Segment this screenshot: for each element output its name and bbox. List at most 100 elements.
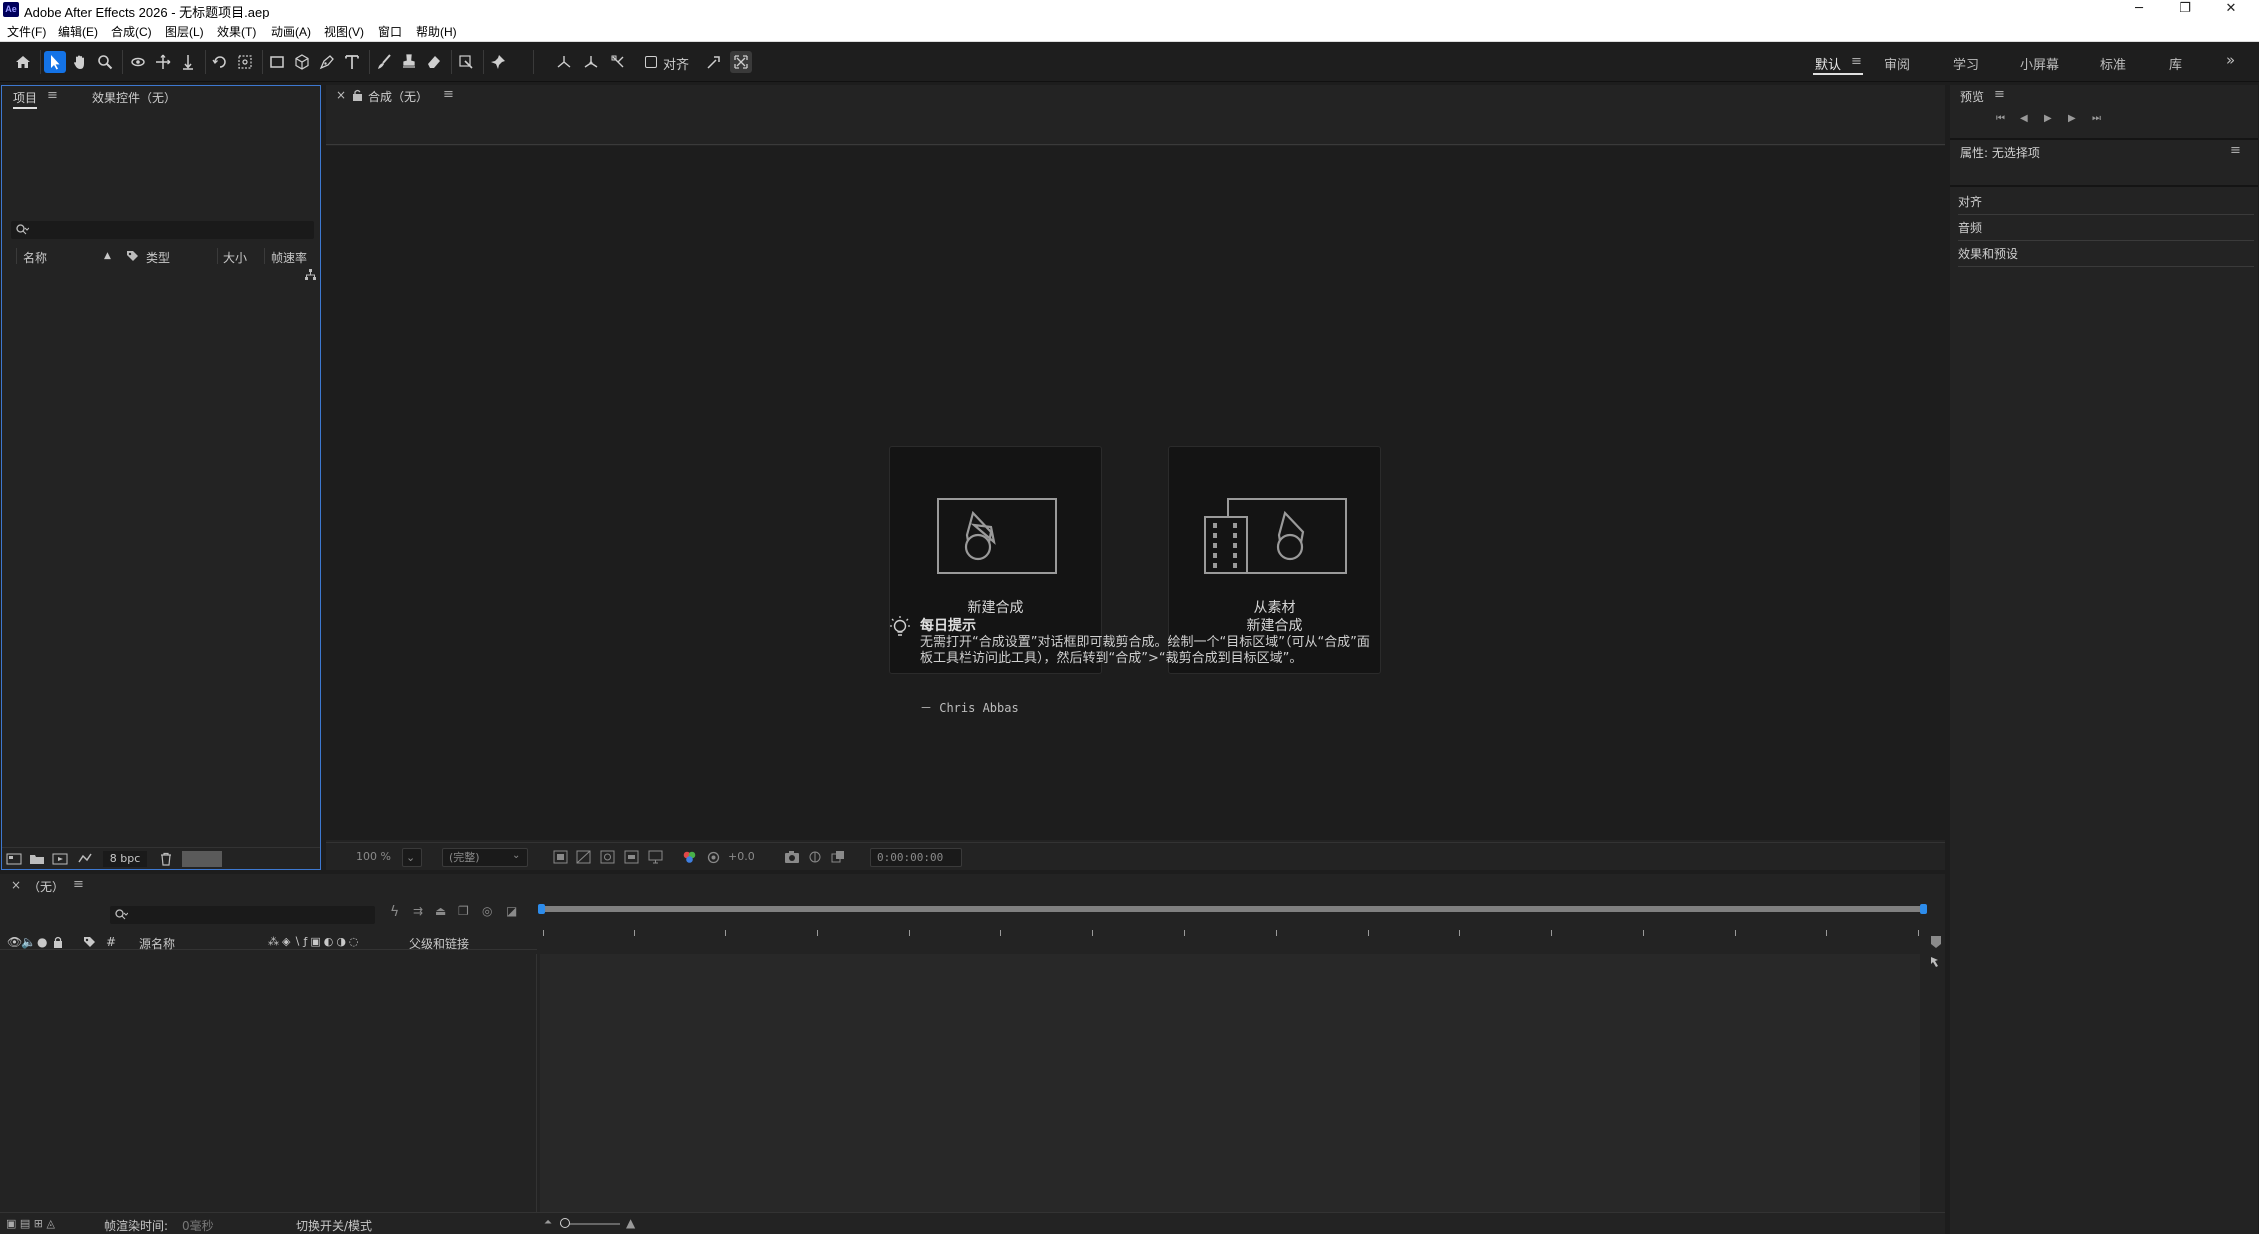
audio-icon[interactable]: 🔈	[21, 935, 36, 949]
pan-camera-tool-icon[interactable]	[152, 51, 174, 73]
workspace-small-screen[interactable]: 小屏幕	[2020, 54, 2059, 73]
snapping-checkbox[interactable]	[645, 56, 657, 68]
timecode-field[interactable]: 0:00:00:00	[870, 848, 962, 867]
lock-icon[interactable]	[352, 89, 363, 101]
comp-flowchart-icon[interactable]: ⇉	[413, 904, 423, 918]
project-search-input[interactable]	[11, 221, 314, 239]
roto-brush-tool-icon[interactable]	[455, 51, 477, 73]
sort-ascending-icon[interactable]: ▲	[104, 251, 111, 261]
section-audio[interactable]: 音频	[1958, 219, 2254, 241]
column-name[interactable]: 名称	[23, 249, 47, 266]
timeline-track-area[interactable]	[540, 954, 1920, 1212]
home-icon[interactable]	[12, 51, 34, 73]
tab-effect-controls[interactable]: 效果控件（无）	[92, 89, 176, 106]
channel-rgb-icon[interactable]	[682, 850, 697, 865]
brush-tool-icon[interactable]	[373, 51, 395, 73]
work-area-end-handle[interactable]	[1920, 904, 1927, 914]
menu-animation[interactable]: 动画(A)	[271, 23, 311, 40]
workspace-menu-icon[interactable]: ≡	[1851, 54, 1862, 69]
work-area-bar[interactable]	[540, 906, 1925, 912]
zoom-out-icon[interactable]: ⏶	[544, 1217, 552, 1228]
exposure-value[interactable]: +0.0	[728, 850, 755, 863]
close-window-button[interactable]: ✕	[2208, 0, 2254, 19]
workspace-review[interactable]: 审阅	[1884, 54, 1910, 73]
motion-blur-icon[interactable]: ◎	[482, 904, 492, 918]
column-frame-rate[interactable]: 帧速率	[271, 249, 307, 266]
menu-layer[interactable]: 图层(L)	[165, 23, 204, 40]
workspace-libraries[interactable]: 库	[2169, 54, 2182, 73]
axis-view-icon[interactable]	[607, 51, 629, 73]
parent-link-header[interactable]: 父级和链接	[409, 935, 469, 952]
fast-preview-icon[interactable]	[553, 850, 568, 864]
flowchart-icon[interactable]	[304, 268, 317, 281]
menu-effect[interactable]: 效果(T)	[217, 23, 256, 40]
timeline-zoom-handle[interactable]	[560, 1218, 570, 1228]
menu-file[interactable]: 文件(F)	[7, 23, 46, 40]
anchor-point-tool-icon[interactable]	[234, 51, 256, 73]
zoom-dropdown-icon[interactable]: ⌄	[402, 848, 422, 867]
hand-tool-icon[interactable]	[69, 51, 91, 73]
workspace-standard[interactable]: 标准	[2100, 54, 2126, 73]
interpret-footage-icon[interactable]	[6, 852, 22, 866]
last-frame-icon[interactable]: ⏭	[2092, 113, 2101, 124]
show-snapshot-icon[interactable]	[807, 850, 823, 864]
minimize-button[interactable]: ─	[2116, 0, 2162, 19]
color-depth-button[interactable]: 8 bpc	[103, 851, 147, 867]
composition-panel-menu-icon[interactable]: ≡	[443, 87, 454, 102]
timeline-menu-icon[interactable]: ≡	[73, 877, 84, 892]
project-settings-icon[interactable]	[77, 852, 93, 866]
first-frame-icon[interactable]: ⏮	[1996, 113, 2005, 124]
new-folder-icon[interactable]	[29, 852, 45, 866]
column-size[interactable]: 大小	[223, 249, 247, 266]
shy-layers-icon[interactable]: ⏏	[435, 904, 446, 918]
axis-world-icon[interactable]	[580, 51, 602, 73]
zoom-value[interactable]: 100 %	[356, 850, 391, 863]
3d-view-icon[interactable]	[830, 850, 846, 864]
snapshot-camera-icon[interactable]	[784, 850, 800, 864]
section-align[interactable]: 对齐	[1958, 193, 2254, 215]
axis-local-icon[interactable]	[553, 51, 575, 73]
workspace-learn[interactable]: 学习	[1953, 54, 1979, 73]
video-visibility-icon[interactable]: 👁	[7, 935, 22, 949]
region-of-interest-icon[interactable]	[624, 850, 639, 864]
frame-blending-icon[interactable]: ❐	[458, 904, 469, 918]
section-effects-presets[interactable]: 效果和预设	[1958, 245, 2254, 267]
zoom-in-icon[interactable]: ▲	[626, 1216, 635, 1230]
comp-marker-bin-icon[interactable]	[1930, 935, 1942, 949]
expand-snapping-icon[interactable]	[730, 51, 752, 73]
layer-search-input[interactable]	[110, 906, 375, 924]
graph-editor-icon[interactable]: ◪	[506, 904, 517, 918]
lock-column-icon[interactable]	[53, 936, 63, 948]
transparency-grid-icon[interactable]	[576, 850, 591, 864]
clone-stamp-tool-icon[interactable]	[398, 51, 420, 73]
snap-options-icon[interactable]	[703, 51, 725, 73]
menu-composition[interactable]: 合成(C)	[111, 23, 152, 40]
3d-box-tool-icon[interactable]	[291, 51, 313, 73]
work-area-start-handle[interactable]	[538, 904, 545, 914]
previous-frame-icon[interactable]: ◀︎	[2020, 113, 2028, 124]
new-composition-icon[interactable]	[52, 852, 68, 866]
menu-edit[interactable]: 编辑(E)	[58, 23, 98, 40]
tab-timeline[interactable]: （无）	[28, 878, 64, 895]
play-icon[interactable]: ▶︎	[2044, 113, 2052, 124]
properties-menu-icon[interactable]: ≡	[2230, 143, 2241, 158]
puppet-pin-tool-icon[interactable]	[487, 51, 509, 73]
type-tool-icon[interactable]	[341, 51, 363, 73]
column-type[interactable]: 类型	[146, 249, 170, 266]
selection-tool-icon[interactable]	[44, 51, 66, 73]
layer-list[interactable]	[0, 954, 537, 1212]
close-tab-icon[interactable]: ×	[336, 88, 346, 102]
menu-window[interactable]: 窗口	[378, 23, 402, 40]
orbit-camera-tool-icon[interactable]	[127, 51, 149, 73]
exposure-reset-icon[interactable]	[706, 850, 721, 865]
rotation-tool-icon[interactable]	[209, 51, 231, 73]
source-name-header[interactable]: 源名称	[139, 935, 175, 952]
preview-menu-icon[interactable]: ≡	[1994, 87, 2005, 102]
guides-options-icon[interactable]	[648, 850, 663, 864]
zoom-tool-icon[interactable]	[94, 51, 116, 73]
delete-trash-icon[interactable]	[159, 852, 173, 866]
menu-help[interactable]: 帮助(H)	[416, 23, 457, 40]
composition-viewer[interactable]: 新建合成 从素材 新建合成	[326, 146, 1945, 840]
tab-composition[interactable]: 合成（无）	[368, 88, 428, 105]
layer-number-header[interactable]: #	[106, 935, 116, 949]
